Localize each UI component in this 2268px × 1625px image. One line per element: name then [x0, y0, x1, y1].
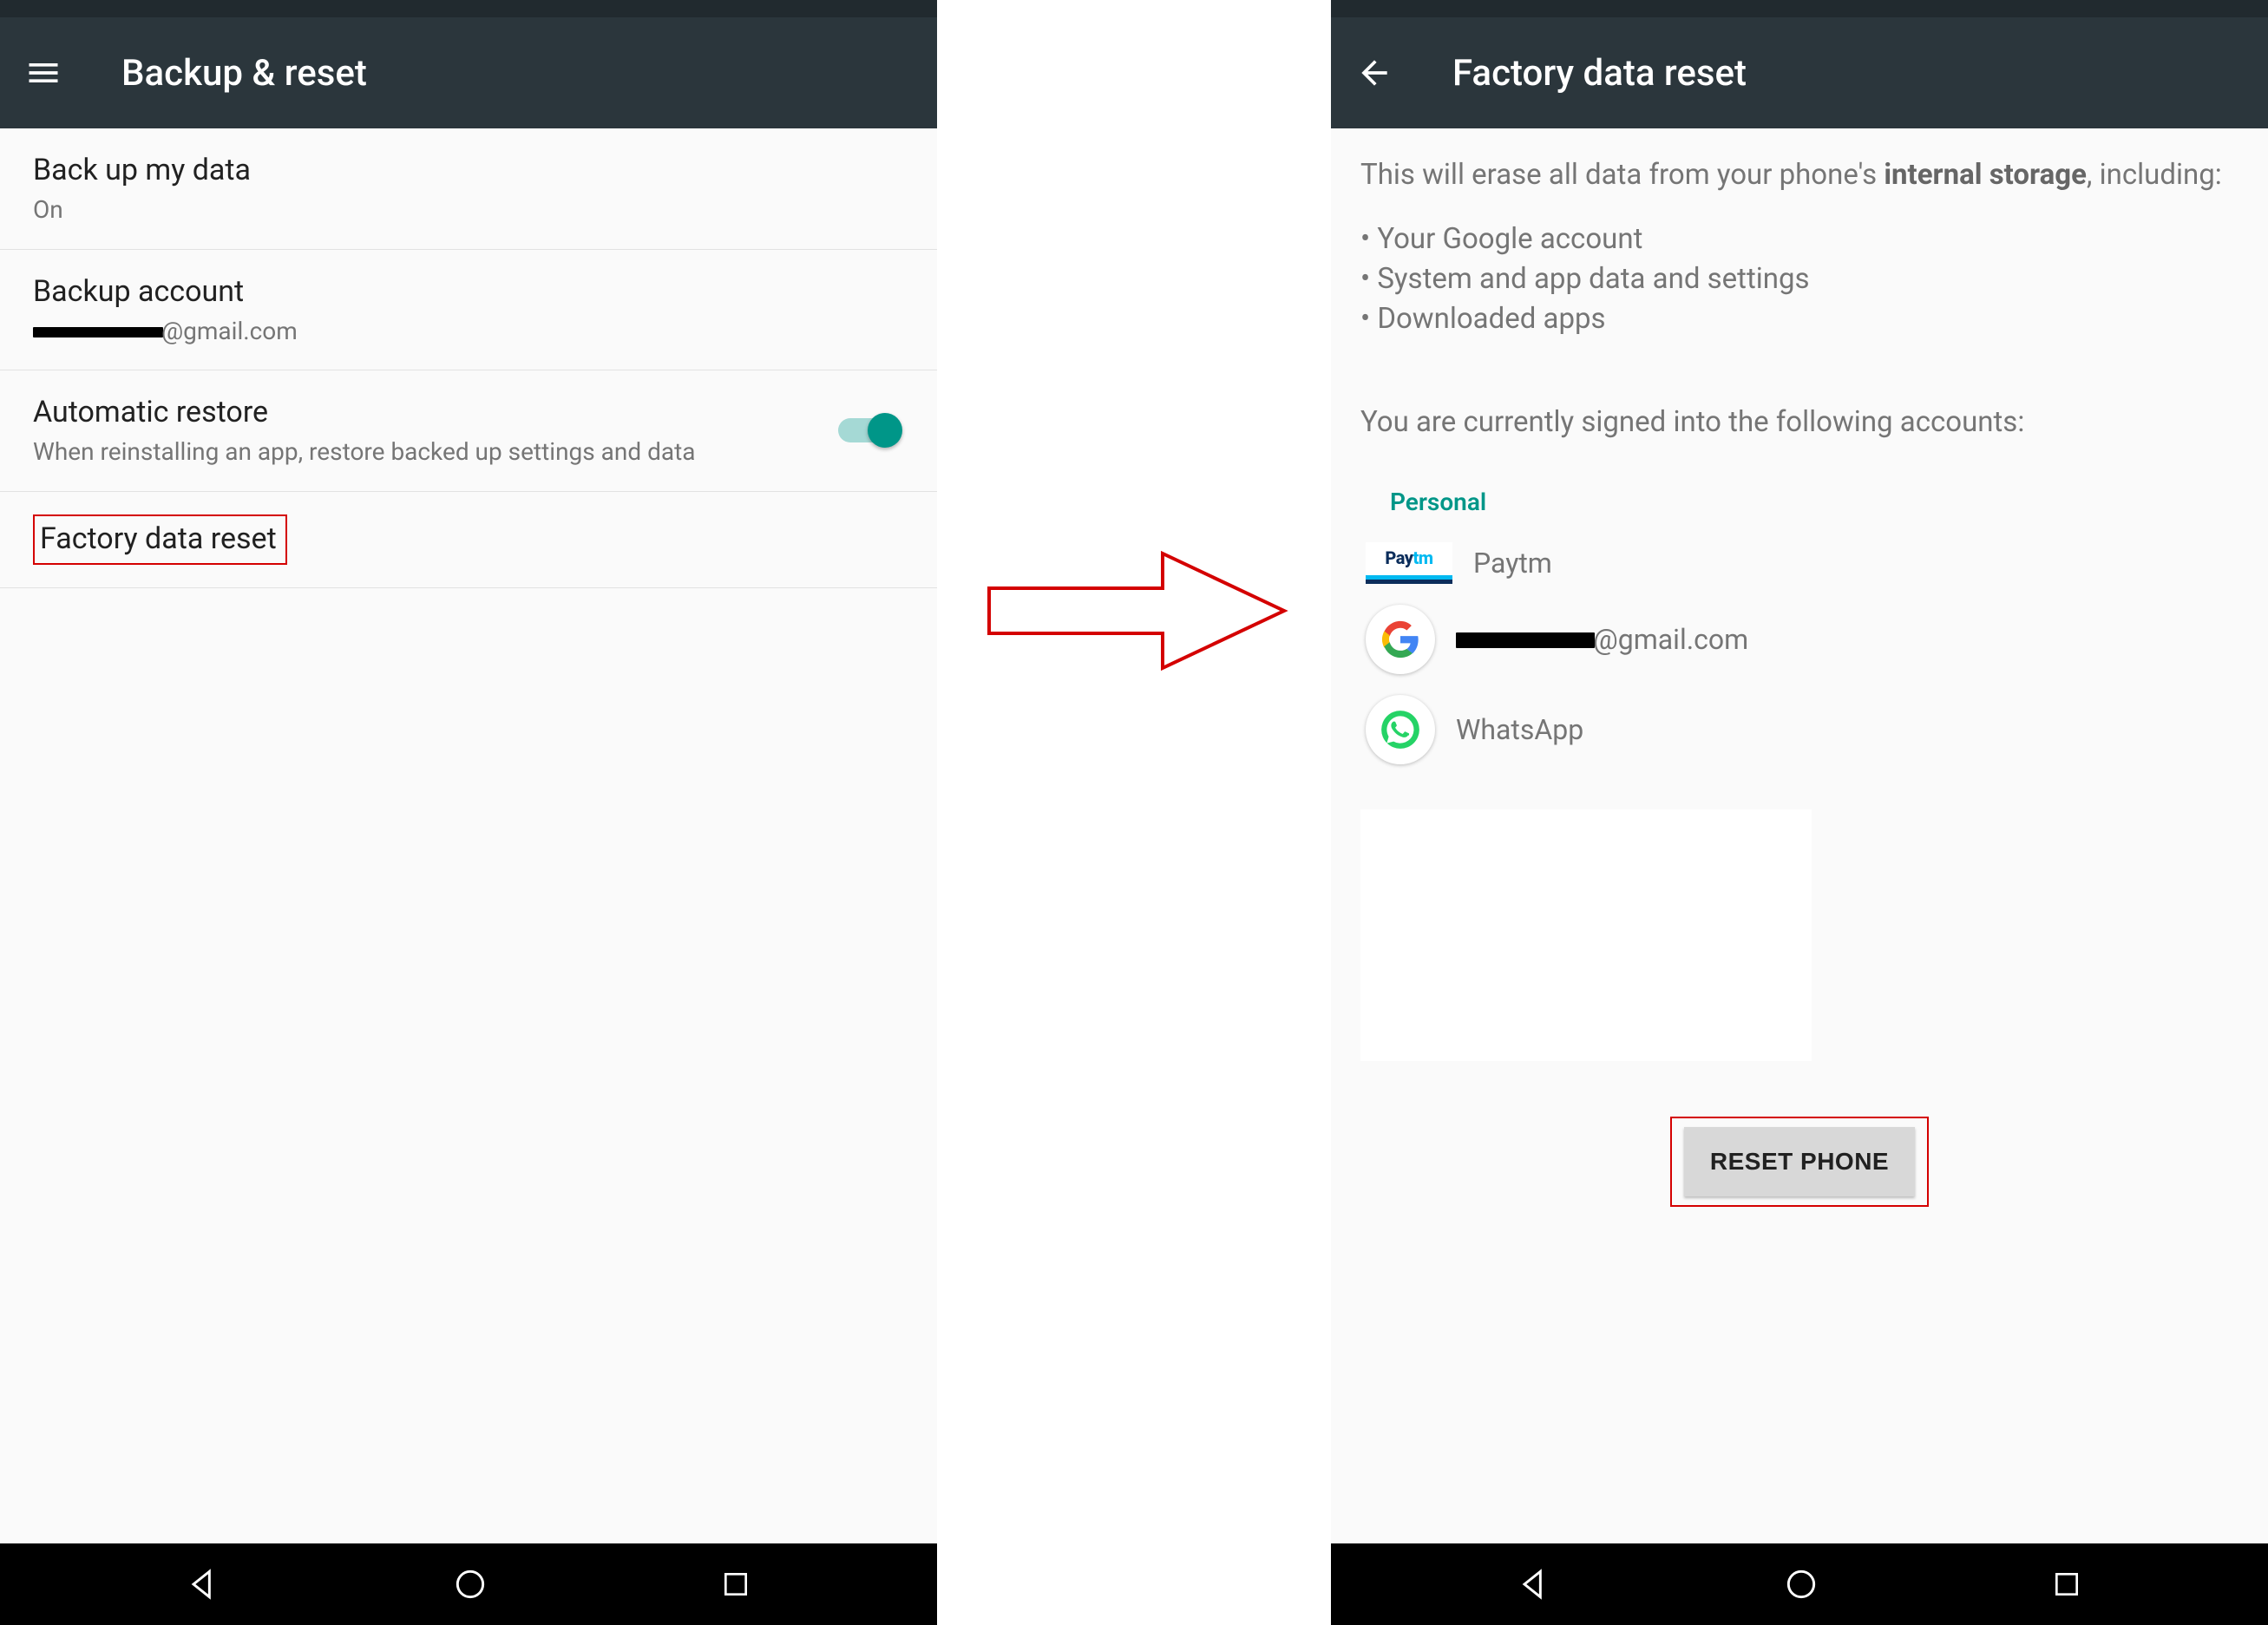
nav-recent-icon[interactable]: [2049, 1567, 2084, 1602]
email-suffix: @gmail.com: [161, 317, 298, 345]
section-personal-label: Personal: [1390, 488, 2239, 516]
status-bar: [1331, 0, 2268, 17]
phone-backup-reset: Backup & reset Back up my data On Backup…: [0, 0, 937, 1625]
item-automatic-restore[interactable]: Automatic restore When reinstalling an a…: [0, 370, 937, 492]
redacted-text: [1456, 632, 1595, 648]
account-label: Paytm: [1473, 547, 1552, 580]
bullet-item: Your Google account: [1360, 220, 2239, 259]
intro-prefix: This will erase all data from your phone…: [1360, 158, 1884, 192]
account-label: @gmail.com: [1456, 623, 1748, 656]
toggle-auto-restore[interactable]: [838, 413, 902, 448]
page-title: Factory data reset: [1452, 52, 1747, 95]
item-subtitle: On: [33, 194, 904, 226]
item-title: Automatic restore: [33, 393, 904, 431]
email-suffix: @gmail.com: [1593, 623, 1748, 656]
arrow-icon: [980, 541, 1293, 680]
page-title: Backup & reset: [121, 52, 367, 95]
account-row-paytm[interactable]: Paytm Paytm: [1360, 532, 2239, 594]
item-title: Factory data reset: [40, 521, 277, 556]
app-bar: Factory data reset: [1331, 17, 2268, 128]
item-backup-account[interactable]: Backup account @gmail.com: [0, 250, 937, 371]
status-bar: [0, 0, 937, 17]
phone-factory-reset: Factory data reset This will erase all d…: [1331, 0, 2268, 1625]
intro-text: This will erase all data from your phone…: [1360, 156, 2239, 195]
intro-suffix: , including:: [2087, 158, 2222, 192]
settings-list: Back up my data On Backup account @gmail…: [0, 128, 937, 1543]
signed-in-text: You are currently signed into the follow…: [1360, 405, 2239, 439]
item-title: Backup account: [33, 272, 904, 311]
account-label: WhatsApp: [1456, 713, 1583, 746]
nav-bar: [1331, 1543, 2268, 1625]
item-subtitle: When reinstalling an app, restore backed…: [33, 436, 796, 468]
nav-home-icon[interactable]: [1782, 1565, 1820, 1603]
nav-back-icon[interactable]: [184, 1565, 222, 1603]
back-arrow-icon[interactable]: [1355, 54, 1393, 92]
bullet-item: Downloaded apps: [1360, 299, 2239, 339]
blank-card: [1360, 809, 1812, 1061]
nav-bar: [0, 1543, 937, 1625]
reset-phone-button[interactable]: RESET PHONE: [1684, 1127, 1915, 1196]
nav-home-icon[interactable]: [451, 1565, 489, 1603]
account-row-whatsapp[interactable]: WhatsApp: [1360, 685, 2239, 775]
paytm-icon: Paytm: [1366, 542, 1452, 584]
highlight-box: Factory data reset: [33, 514, 287, 565]
bullet-list: Your Google account System and app data …: [1360, 220, 2239, 340]
highlight-box: RESET PHONE: [1670, 1117, 1929, 1207]
item-subtitle: @gmail.com: [33, 316, 904, 347]
menu-icon[interactable]: [24, 54, 62, 92]
account-row-google[interactable]: @gmail.com: [1360, 594, 2239, 685]
toggle-thumb: [868, 413, 902, 448]
item-factory-data-reset[interactable]: Factory data reset: [0, 492, 937, 588]
item-title: Back up my data: [33, 151, 904, 189]
whatsapp-icon: [1366, 695, 1435, 764]
bullet-item: System and app data and settings: [1360, 259, 2239, 299]
reset-button-row: RESET PHONE: [1360, 1117, 2239, 1207]
intro-bold: internal storage: [1884, 158, 2087, 192]
redacted-text: [33, 327, 163, 337]
nav-back-icon[interactable]: [1515, 1565, 1553, 1603]
google-icon: [1366, 605, 1435, 674]
app-bar: Backup & reset: [0, 17, 937, 128]
nav-recent-icon[interactable]: [718, 1567, 753, 1602]
item-backup-my-data[interactable]: Back up my data On: [0, 128, 937, 250]
content-area: This will erase all data from your phone…: [1331, 128, 2268, 1543]
